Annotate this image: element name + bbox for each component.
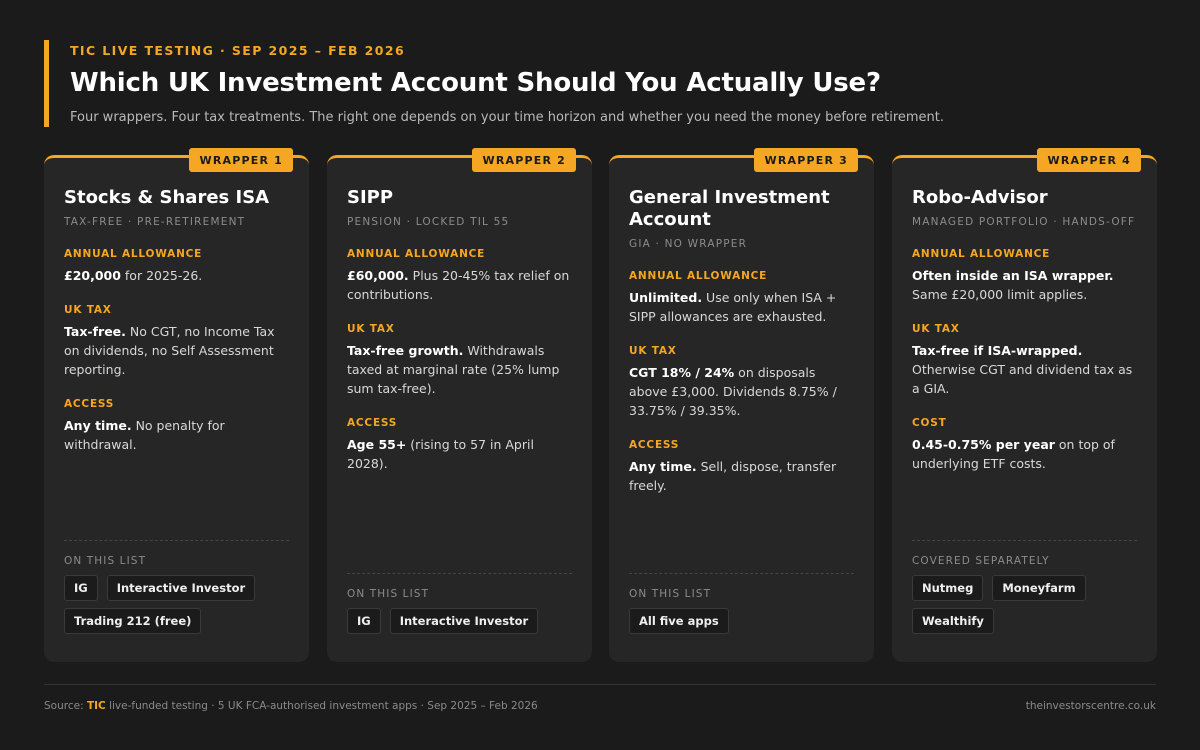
card-subtitle: PENSION · LOCKED TIL 55	[347, 216, 510, 228]
app-chips: IG Interactive Investor	[347, 608, 572, 634]
app-chip-interactive-investor[interactable]: Interactive Investor	[389, 608, 539, 634]
section-bold: Tax-free if ISA-wrapped.	[912, 343, 1083, 358]
section-label: UK TAX	[629, 345, 677, 357]
section-text: Any time. No penalty for withdrawal.	[64, 416, 289, 454]
section-label: UK TAX	[912, 323, 960, 335]
card-subtitle: GIA · NO WRAPPER	[629, 238, 748, 250]
app-chip-interactive-investor[interactable]: Interactive Investor	[106, 575, 256, 601]
app-chip-moneyfarm[interactable]: Moneyfarm	[992, 575, 1086, 601]
section-label: ACCESS	[64, 398, 115, 410]
app-chip-trading-212[interactable]: Trading 212 (free)	[64, 608, 202, 634]
app-chip-ig[interactable]: IG	[64, 575, 98, 601]
section-label: ACCESS	[629, 439, 680, 451]
app-chip-ig[interactable]: IG	[347, 608, 381, 634]
section-bold: CGT 18% / 24%	[629, 365, 735, 380]
page-title: Which UK Investment Account Should You A…	[70, 68, 881, 98]
section-bold: Age 55+	[347, 437, 407, 452]
card-title: SIPP	[347, 187, 394, 208]
section-label: COST	[912, 417, 947, 429]
section-text: Often inside an ISA wrapper. Same £20,00…	[912, 266, 1137, 304]
footer-source: Source: TIC live-funded testing · 5 UK F…	[44, 700, 538, 712]
section-text: £20,000 for 2025-26.	[64, 266, 289, 285]
wrapper-card-isa: WRAPPER 1 Stocks & Shares ISA TAX-FREE ·…	[44, 148, 309, 662]
page-header: TIC LIVE TESTING · SEP 2025 – FEB 2026 W…	[44, 40, 1154, 127]
section-label: ACCESS	[347, 417, 398, 429]
wrapper-tag: WRAPPER 4	[1037, 148, 1141, 172]
section-bold: Often inside an ISA wrapper.	[912, 268, 1114, 283]
section-bold: £60,000.	[347, 268, 409, 283]
card-title: Robo-Advisor	[912, 187, 1048, 208]
section-text: Tax-free. No CGT, no Income Tax on divid…	[64, 322, 289, 379]
section-bold: 0.45-0.75% per year	[912, 437, 1055, 452]
source-prefix: Source:	[44, 700, 87, 712]
wrapper-tag: WRAPPER 2	[472, 148, 576, 172]
card-subtitle: TAX-FREE · PRE-RETIREMENT	[64, 216, 246, 228]
section-bold: Tax-free.	[64, 324, 126, 339]
apps-list-label: ON THIS LIST	[629, 588, 712, 600]
section-text: Tax-free growth. Withdrawals taxed at ma…	[347, 341, 572, 398]
card-title: General Investment Account	[629, 187, 830, 230]
section-label: ANNUAL ALLOWANCE	[629, 270, 768, 282]
apps-list: ON THIS LIST IG Interactive Investor	[347, 573, 572, 634]
app-chip-wealthify[interactable]: Wealthify	[912, 608, 994, 634]
card-subtitle: MANAGED PORTFOLIO · HANDS-OFF	[912, 216, 1136, 228]
section-text: 0.45-0.75% per year on top of underlying…	[912, 435, 1137, 473]
wrapper-card-gia: WRAPPER 3 General Investment Account GIA…	[609, 148, 874, 662]
section-body: Same £20,000 limit applies.	[912, 287, 1088, 302]
section-text: CGT 18% / 24% on disposals above £3,000.…	[629, 363, 854, 420]
source-brand: TIC	[86, 700, 106, 712]
section-bold: Tax-free growth.	[347, 343, 464, 358]
section-label: ANNUAL ALLOWANCE	[912, 248, 1051, 260]
footer-divider	[44, 684, 1156, 685]
source-text: live-funded testing · 5 UK FCA-authorise…	[105, 700, 538, 712]
card-title: Stocks & Shares ISA	[64, 187, 270, 208]
app-chips: IG Interactive Investor Trading 212 (fre…	[64, 575, 289, 634]
app-chip-nutmeg[interactable]: Nutmeg	[912, 575, 984, 601]
section-text: Tax-free if ISA-wrapped. Otherwise CGT a…	[912, 341, 1137, 398]
section-label: UK TAX	[347, 323, 395, 335]
section-text: £60,000. Plus 20-45% tax relief on contr…	[347, 266, 572, 304]
apps-list: ON THIS LIST All five apps	[629, 573, 854, 634]
section-label: UK TAX	[64, 304, 112, 316]
section-bold: £20,000	[64, 268, 121, 283]
section-bold: Unlimited.	[629, 290, 703, 305]
apps-list: COVERED SEPARATELY Nutmeg Moneyfarm Weal…	[912, 540, 1137, 634]
apps-list-label: ON THIS LIST	[64, 555, 147, 567]
section-text: Age 55+ (rising to 57 in April 2028).	[347, 435, 572, 473]
wrapper-card-sipp: WRAPPER 2 SIPP PENSION · LOCKED TIL 55 A…	[327, 148, 592, 662]
section-text: Any time. Sell, dispose, transfer freely…	[629, 457, 854, 495]
wrapper-cards: WRAPPER 1 Stocks & Shares ISA TAX-FREE ·…	[44, 148, 1157, 662]
page-subtitle: Four wrappers. Four tax treatments. The …	[70, 110, 945, 125]
section-label: ANNUAL ALLOWANCE	[347, 248, 486, 260]
section-bold: Any time.	[64, 418, 132, 433]
apps-list-label: ON THIS LIST	[347, 588, 430, 600]
wrapper-tag: WRAPPER 1	[189, 148, 293, 172]
eyebrow: TIC LIVE TESTING · SEP 2025 – FEB 2026	[70, 43, 406, 58]
apps-list-label: COVERED SEPARATELY	[912, 555, 1050, 567]
wrapper-tag: WRAPPER 3	[754, 148, 858, 172]
section-body: Otherwise CGT and dividend tax as a GIA.	[912, 362, 1133, 396]
app-chips: All five apps	[629, 608, 854, 634]
apps-list: ON THIS LIST IG Interactive Investor Tra…	[64, 540, 289, 634]
footer-site-link[interactable]: theinvestorscentre.co.uk	[1026, 700, 1156, 712]
section-body: for 2025-26.	[120, 268, 203, 283]
app-chip-all-five-apps[interactable]: All five apps	[629, 608, 729, 634]
section-text: Unlimited. Use only when ISA + SIPP allo…	[629, 288, 854, 326]
section-bold: Any time.	[629, 459, 697, 474]
wrapper-card-robo: WRAPPER 4 Robo-Advisor MANAGED PORTFOLIO…	[892, 148, 1157, 662]
app-chips: Nutmeg Moneyfarm Wealthify	[912, 575, 1137, 634]
section-label: ANNUAL ALLOWANCE	[64, 248, 203, 260]
